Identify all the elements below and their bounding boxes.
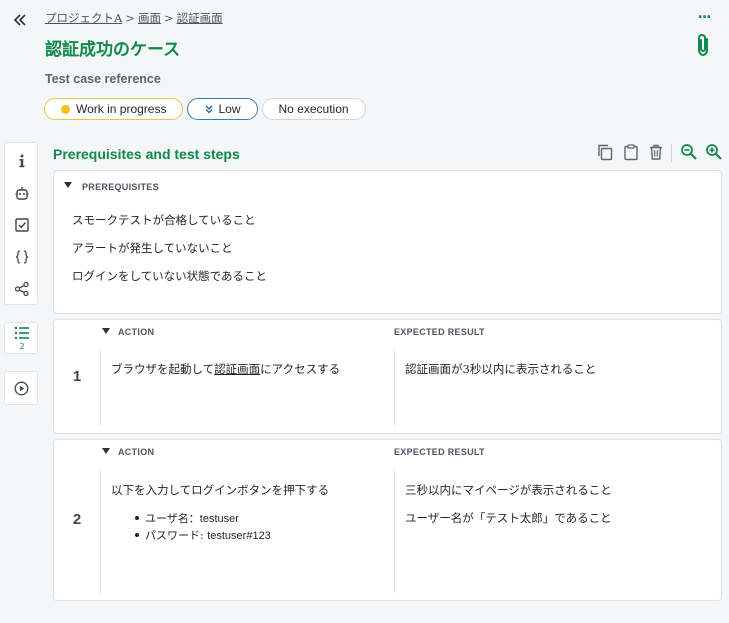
copy-icon bbox=[598, 144, 613, 161]
trash-icon bbox=[650, 144, 662, 160]
test-step-2: ACTION EXPECTED RESULT 2 以下を入力してログインボタンを… bbox=[53, 439, 722, 601]
input-list: ユーザ名：testuser パスワード: testuser#123 bbox=[135, 510, 271, 544]
zoom-out-button[interactable] bbox=[680, 143, 698, 161]
robot-icon[interactable] bbox=[5, 181, 39, 205]
share-icon[interactable] bbox=[5, 277, 39, 301]
step-number: 2 bbox=[72, 511, 82, 528]
attachment-button[interactable] bbox=[693, 32, 715, 58]
info-icon[interactable] bbox=[5, 149, 39, 173]
action-text-suffix: にアクセスする bbox=[260, 362, 341, 376]
zoom-in-button[interactable] bbox=[705, 143, 723, 161]
clipboard-icon bbox=[624, 144, 638, 161]
double-chevron-down-icon bbox=[204, 104, 214, 114]
side-rail: 2 bbox=[4, 142, 38, 623]
zoom-in-icon bbox=[706, 144, 722, 160]
header: プロジェクトA > 画面 > 認証画面 認証成功のケース ... Test case r… bbox=[0, 0, 729, 140]
action-text-prefix: ブラウザを起動して bbox=[111, 362, 215, 376]
breadcrumb-separator: > bbox=[163, 11, 174, 25]
step-action-cell[interactable]: ブラウザを起動して認証画面にアクセスする bbox=[100, 349, 394, 426]
breadcrumb-auth-screen[interactable]: 認証画面 bbox=[177, 11, 223, 25]
priority-chip[interactable]: Low bbox=[187, 98, 258, 120]
braces-icon[interactable] bbox=[5, 245, 39, 269]
status-chip[interactable]: Work in progress bbox=[44, 98, 184, 120]
breadcrumb: プロジェクトA > 画面 > 認証画面 bbox=[45, 10, 223, 26]
status-chip-label: Work in progress bbox=[76, 102, 167, 116]
play-circle-icon bbox=[14, 381, 29, 396]
step-action-cell[interactable]: 以下を入力してログインボタンを押下する ユーザ名：testuser パスワード:… bbox=[100, 469, 394, 593]
step-expected-cell[interactable]: 三秒以内にマイページが表示されること ユーザー名が「テスト太郎」であること bbox=[394, 469, 722, 593]
priority-chip-label: Low bbox=[218, 102, 241, 116]
prerequisites-panel: PREREQUISITES スモークテストが合格していること アラートが発生して… bbox=[53, 170, 722, 314]
step-number: 1 bbox=[72, 368, 82, 385]
collapse-caret-icon[interactable] bbox=[64, 182, 72, 188]
auth-screen-link[interactable]: 認証画面 bbox=[214, 362, 260, 376]
username-label: ユーザ名： bbox=[145, 512, 200, 525]
step-action-text: ブラウザを起動して認証画面にアクセスする bbox=[111, 361, 340, 377]
expected-result-header: EXPECTED RESULT bbox=[394, 327, 485, 337]
collapse-sidebar-button[interactable] bbox=[10, 10, 30, 30]
step-action-text: 以下を入力してログインボタンを押下する bbox=[111, 483, 330, 497]
list-item: ユーザ名：testuser bbox=[135, 510, 271, 527]
step-expected-cell[interactable]: 認証画面が3秒以内に表示されること bbox=[394, 349, 722, 426]
prerequisites-header: PREREQUISITES bbox=[82, 182, 159, 192]
test-case-reference-label: Test case reference bbox=[45, 72, 161, 86]
expected-result-text: ユーザー名が「テスト太郎」であること bbox=[405, 511, 612, 525]
steps-nav-button[interactable]: 2 bbox=[4, 322, 38, 354]
list-icon bbox=[14, 326, 30, 340]
breadcrumb-project[interactable]: プロジェクトA bbox=[45, 11, 122, 25]
execution-chip-label: No execution bbox=[278, 102, 349, 116]
zoom-out-icon bbox=[681, 144, 697, 160]
double-chevron-left-icon bbox=[13, 14, 26, 26]
collapse-caret-icon[interactable] bbox=[102, 448, 110, 454]
breadcrumb-screen[interactable]: 画面 bbox=[138, 11, 161, 25]
status-chips: Work in progress Low No execution bbox=[44, 98, 366, 120]
more-options-button[interactable]: ... bbox=[696, 6, 712, 22]
password-value: testuser#123 bbox=[207, 530, 271, 542]
username-value: testuser bbox=[199, 513, 239, 525]
section-title: Prerequisites and test steps bbox=[53, 146, 240, 162]
expected-result-text: 認証画面が3秒以内に表示されること bbox=[405, 362, 597, 376]
action-header: ACTION bbox=[118, 447, 155, 457]
action-header: ACTION bbox=[118, 327, 155, 337]
execute-button[interactable] bbox=[4, 371, 38, 405]
list-item: パスワード: testuser#123 bbox=[135, 527, 271, 544]
prerequisite-item: ログインをしていない状態であること bbox=[72, 269, 268, 283]
paste-button[interactable] bbox=[622, 143, 640, 161]
prerequisite-item: アラートが発生していないこと bbox=[72, 241, 233, 255]
page-title: 認証成功のケース bbox=[45, 40, 181, 60]
steps-count: 2 bbox=[19, 342, 25, 351]
execution-chip[interactable]: No execution bbox=[261, 98, 366, 120]
test-step-1: ACTION EXPECTED RESULT 1 ブラウザを起動して認証画面にア… bbox=[53, 319, 722, 434]
status-dot-icon bbox=[61, 104, 70, 114]
prerequisite-item: スモークテストが合格していること bbox=[72, 213, 256, 227]
collapse-caret-icon[interactable] bbox=[102, 328, 110, 334]
paperclip-icon bbox=[698, 33, 708, 57]
copy-button[interactable] bbox=[596, 143, 614, 161]
expected-result-header: EXPECTED RESULT bbox=[394, 447, 485, 457]
checkbox-icon[interactable] bbox=[5, 213, 39, 237]
side-rail-group bbox=[4, 142, 38, 305]
password-label: パスワード: bbox=[145, 529, 208, 542]
toolbar-divider bbox=[671, 144, 672, 162]
expected-result-text: 三秒以内にマイページが表示されること bbox=[405, 483, 612, 497]
delete-button[interactable] bbox=[647, 143, 665, 161]
breadcrumb-separator: > bbox=[125, 11, 135, 25]
